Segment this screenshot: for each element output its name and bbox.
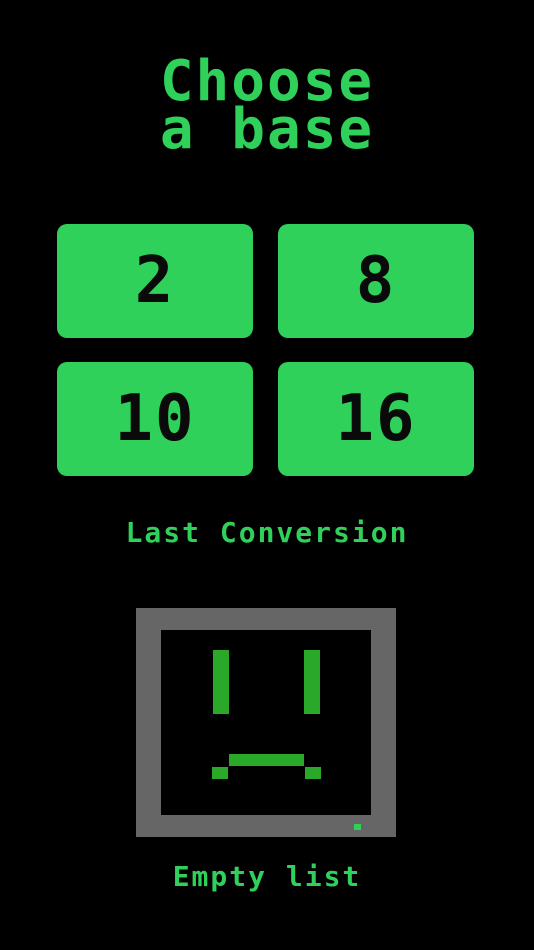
- sad-monitor-icon: [136, 608, 396, 837]
- empty-list-text: Empty list: [172, 860, 362, 893]
- frown-mouth-left: [212, 767, 228, 779]
- power-led: [354, 824, 361, 830]
- right-eye: [304, 650, 320, 714]
- last-conversion-label: Last Conversion: [125, 516, 409, 549]
- base-8-button[interactable]: 8: [278, 224, 474, 338]
- base-button-grid: 2 8 10 16: [57, 224, 474, 476]
- page-title-line-2: a base: [159, 97, 375, 162]
- monitor-screen: [161, 630, 371, 815]
- base-10-button[interactable]: 10: [57, 362, 253, 476]
- base-16-button[interactable]: 16: [278, 362, 474, 476]
- frown-mouth-right: [305, 767, 321, 779]
- page-title: Choose a base: [0, 54, 534, 162]
- base-2-button[interactable]: 2: [57, 224, 253, 338]
- frown-mouth: [229, 754, 304, 766]
- left-eye: [213, 650, 229, 714]
